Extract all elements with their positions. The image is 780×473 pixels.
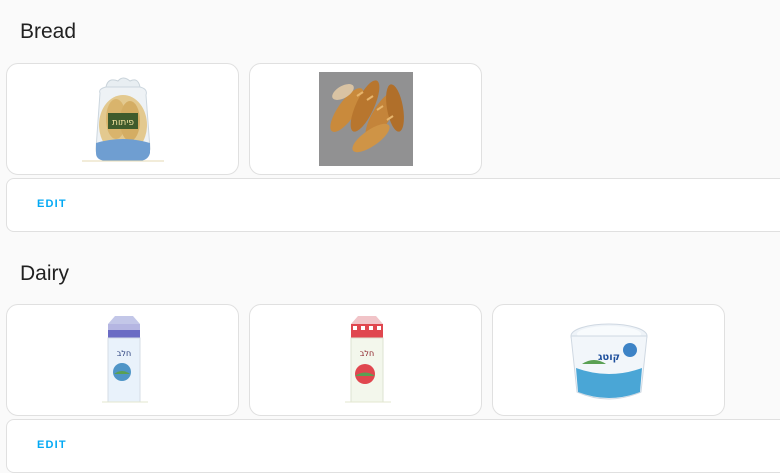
svg-text:פיתות: פיתות — [112, 118, 134, 128]
milk-carton-blue-image: חלב — [88, 314, 158, 406]
svg-text:חלב: חלב — [359, 349, 373, 358]
dairy-section-footer: EDIT — [6, 419, 780, 473]
edit-button-dairy[interactable]: EDIT — [37, 439, 67, 451]
milk-carton-red-image: חלב — [331, 314, 401, 406]
item-card-pita[interactable]: פיתות — [6, 63, 239, 175]
cottage-cheese-tub-image: קוטג — [568, 314, 650, 406]
edit-button-bread[interactable]: EDIT — [37, 198, 67, 210]
item-card-cottage-cheese[interactable]: קוטג — [492, 304, 725, 416]
bread-section-footer: EDIT — [6, 178, 780, 232]
section-title-dairy: Dairy — [20, 262, 70, 285]
item-card-baguettes[interactable] — [249, 63, 482, 175]
baguettes-image — [318, 72, 413, 166]
section-title-bread: Bread — [20, 20, 77, 43]
item-card-milk-blue[interactable]: חלב — [6, 304, 239, 416]
svg-text:קוטג: קוטג — [597, 352, 619, 363]
item-card-milk-red[interactable]: חלב — [249, 304, 482, 416]
pita-bag-image: פיתות — [78, 73, 168, 165]
svg-text:חלב: חלב — [116, 349, 130, 358]
